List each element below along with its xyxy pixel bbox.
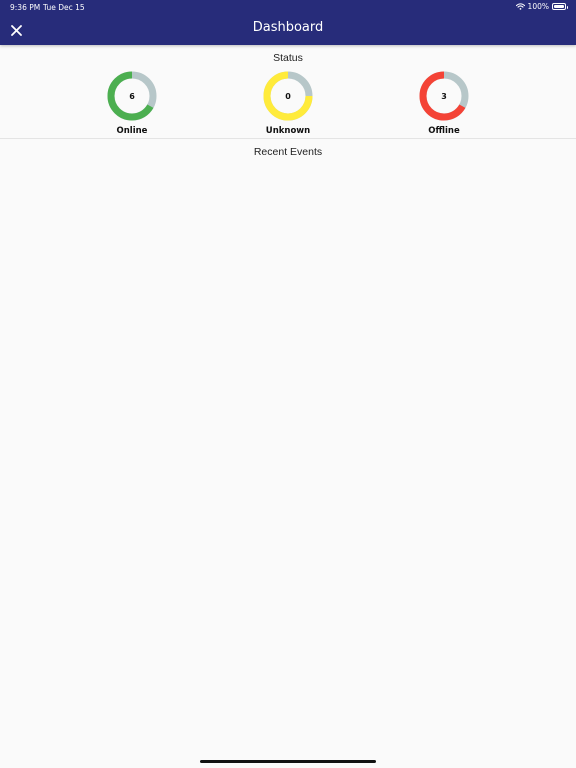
gauge-label: Unknown — [265, 126, 311, 136]
recent-events-title: Recent Events — [253, 146, 323, 158]
divider — [0, 138, 576, 139]
gauge-offline[interactable]: 3 Offline — [414, 69, 474, 136]
donut-chart-online: 6 — [107, 71, 157, 121]
home-indicator[interactable] — [200, 760, 376, 763]
gauge-online[interactable]: 6 Online — [102, 69, 162, 136]
battery-icon — [552, 3, 568, 10]
wifi-icon — [515, 3, 525, 10]
status-right: 100% — [515, 2, 568, 11]
status-section-title: Status — [273, 52, 303, 64]
gauge-label: Online — [116, 126, 148, 136]
gauge-label: Offline — [428, 126, 460, 136]
battery-percent: 100% — [527, 2, 549, 11]
gauge-unknown[interactable]: 0 Unknown — [258, 69, 318, 136]
status-time: 9:36 PM — [10, 3, 41, 12]
gauge-count: 3 — [441, 92, 447, 101]
gauge-count: 6 — [129, 92, 135, 101]
gauge-count: 0 — [285, 92, 291, 101]
status-date: Tue Dec 15 — [43, 3, 85, 12]
dashboard-screen: 9:36 PM Tue Dec 15 100% Dashboard Status — [0, 0, 576, 768]
donut-chart-unknown: 0 — [263, 71, 313, 121]
donut-chart-offline: 3 — [419, 71, 469, 121]
page-title: Dashboard — [252, 20, 324, 35]
status-bar: 9:36 PM Tue Dec 15 100% — [0, 0, 576, 14]
